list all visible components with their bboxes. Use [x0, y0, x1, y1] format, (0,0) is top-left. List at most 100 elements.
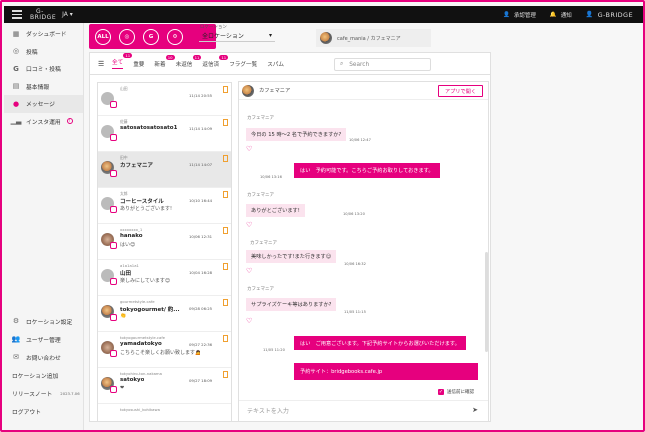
list-item[interactable]: 田中 カフェマニア 11/14 14:07: [98, 152, 231, 188]
message-time: 10/06 13:16: [260, 175, 282, 179]
filter-all-button[interactable]: ALL: [95, 28, 111, 45]
bookmark-icon[interactable]: [223, 335, 228, 342]
conversation-time: 09/27 18:09: [189, 378, 213, 383]
language-select[interactable]: JA ▾: [62, 11, 73, 18]
conversation-name: tokyogourmet/ 約...: [120, 307, 180, 313]
chat-scrollbar[interactable]: [485, 252, 488, 352]
message-input[interactable]: テキストを入力 ➤: [239, 400, 488, 419]
settings-filter-icon[interactable]: ⚙: [167, 28, 183, 45]
conversation-name: hanako: [120, 233, 143, 239]
sidebar-item-location-settings[interactable]: ⚙ ロケーション設定: [4, 312, 84, 330]
bookmark-icon[interactable]: [223, 299, 228, 306]
sidebar-item-messages[interactable]: ● メッセージ: [4, 95, 83, 113]
send-icon[interactable]: ➤: [472, 406, 478, 414]
tab-label: スパム: [267, 61, 284, 68]
notice-label: 通知: [560, 12, 572, 19]
sidebar-item-user-management[interactable]: 👥 ユーザー管理: [4, 330, 84, 348]
tab-spam[interactable]: スパム: [267, 60, 284, 68]
conversation-preview: こちらこそ楽しくお願い致します🙇: [120, 350, 200, 356]
list-item[interactable]: xxxxxxxx_1 hanako はい😊 10/06 12:31: [98, 224, 231, 260]
sidebar-item-label: ダッシュボード: [26, 32, 67, 39]
sidebar-item-label: お問い合わせ: [26, 355, 61, 362]
sidebar-item-label: ログアウト: [12, 409, 41, 416]
brand-logo[interactable]: G- BRIDGE: [30, 8, 56, 21]
hamburger-menu-icon[interactable]: [12, 10, 22, 19]
sidebar-item-add-location[interactable]: ロケーション追加: [4, 366, 84, 384]
tab-all[interactable]: 全て 11: [112, 53, 133, 69]
conversation-sub: xxxxxxxx_1: [120, 227, 143, 232]
list-item[interactable]: tokyogourmetstyle.cafe yamadatokyo こちらこそ楽し…: [98, 332, 231, 368]
bookmark-icon[interactable]: [223, 86, 228, 93]
notice-link[interactable]: 🔔 通知: [550, 11, 572, 19]
google-filter-icon[interactable]: G: [143, 28, 159, 45]
version-label: 2023.7.06: [60, 390, 80, 396]
tab-label: 新着: [154, 61, 166, 68]
messages-panel: ☰ 全て 11 重要 新着 10 未返信 11 返信済 11 フラグ一覧 スパム ⌕ Se…: [89, 52, 491, 422]
bookmark-icon[interactable]: [223, 155, 228, 162]
tab-unreplied[interactable]: 未返信 11: [176, 54, 202, 68]
heart-icon[interactable]: ♡: [246, 146, 252, 153]
sidebar-item-release-notes[interactable]: リリースノート 2023.7.06: [4, 384, 84, 402]
app-frame: G- BRIDGE JA ▾ 👤 承認管理 🔔 通知 👤 G-BRIDGE ▦ ダッシュ…: [0, 0, 645, 432]
list-item[interactable]: 太郎 コーヒースタイル ありがとうございます! 10/10 16:44: [98, 188, 231, 224]
message-bubble-outgoing: はい 予約可能です。こちらご予約お取りしておきます。: [294, 163, 440, 178]
sidebar-item-dashboard[interactable]: ▦ ダッシュボード: [4, 25, 83, 43]
instagram-badge-icon: [110, 314, 117, 321]
tab-important[interactable]: 重要: [133, 60, 144, 68]
chat-header: カフェマニア アプリで開く: [239, 82, 488, 100]
tab-replied[interactable]: 返信済 11: [202, 54, 229, 68]
search-input[interactable]: ⌕ Search: [334, 58, 431, 71]
tab-new[interactable]: 新着 10: [154, 54, 175, 68]
bookmark-icon[interactable]: [223, 227, 228, 234]
list-item[interactable]: tokyohiro-ton-nakama satokyo ❤ 09/27 18:09: [98, 368, 231, 404]
location-value: 全ロケーション: [202, 33, 244, 40]
bookmark-icon[interactable]: [223, 263, 228, 270]
message-time: 10/06 13:20: [343, 212, 365, 216]
sidebar-item-reviews[interactable]: G 口コミ・投稿: [4, 60, 83, 78]
location-select[interactable]: 全ロケーション ▾: [199, 30, 275, 42]
sidebar-item-logout[interactable]: ログアウト: [4, 402, 84, 420]
company-menu[interactable]: 👤 G-BRIDGE: [586, 11, 633, 19]
message-bubble-incoming: サプライズケーキ等はありますか?: [246, 298, 337, 311]
message-icon: ●: [12, 99, 20, 108]
list-item[interactable]: tokyosushi_kohikawa: [98, 404, 231, 421]
message-bubble-incoming: 美味しかったです!また行きます😊: [246, 250, 337, 263]
confirm-before-send[interactable]: ✓ 送信前に確認: [438, 389, 474, 395]
conversation-time: 10/04 16:28: [189, 270, 213, 275]
open-in-app-button[interactable]: アプリで開く: [438, 85, 483, 97]
heart-icon[interactable]: ♡: [246, 268, 252, 275]
sender-name: カフェマニア: [250, 241, 277, 246]
list-item[interactable]: gourmetstyle.cafe tokyogourmet/ 約... 👏 09/2…: [98, 296, 231, 332]
heart-icon[interactable]: ♡: [246, 222, 252, 229]
store-icon: ▤: [12, 82, 20, 91]
conversation-preview: ありがとうございます!: [120, 206, 173, 212]
bookmark-icon[interactable]: [223, 371, 228, 378]
tab-flags[interactable]: フラグ一覧: [229, 60, 257, 68]
list-item[interactable]: 佐藤 satosatosatosato1 11/14 14:09: [98, 116, 231, 152]
instagram-filter-icon[interactable]: ◎: [119, 28, 135, 45]
tab-badge: 11: [123, 53, 133, 58]
sidebar-item-contact[interactable]: ✉ お問い合わせ: [4, 348, 84, 366]
conversation-preview: はい😊: [120, 242, 136, 248]
sidebar-item-posts[interactable]: ◎ 投稿: [4, 43, 83, 61]
message-time: 11/05 11:20: [263, 348, 285, 352]
bookmark-icon[interactable]: [223, 191, 228, 198]
sidebar-item-insta-ops[interactable]: ▁▃ インスタ運用!: [4, 113, 83, 131]
sidebar-item-label: 基本情報: [26, 84, 50, 91]
list-item[interactable]: a1a1a1a1 山田 楽しみにしています😊 10/04 16:28: [98, 260, 231, 296]
sidebar-item-basic-info[interactable]: ▤ 基本情報: [4, 78, 83, 96]
tab-label: 重要: [133, 61, 145, 68]
conversation-sub: tokyohiro-ton-nakama: [120, 371, 162, 376]
bookmark-icon[interactable]: [223, 119, 228, 126]
instagram-badge-icon: [110, 242, 117, 249]
instagram-badge-icon: [110, 170, 117, 177]
analytics-icon: ▁▃: [10, 117, 22, 126]
top-bar: G- BRIDGE JA ▾ 👤 承認管理 🔔 通知 👤 G-BRIDGE: [4, 6, 643, 23]
list-item[interactable]: 山田 11/14 20:55: [98, 83, 231, 116]
heart-icon[interactable]: ♡: [246, 318, 252, 325]
top-right-menu: 👤 承認管理 🔔 通知 👤 G-BRIDGE: [503, 6, 633, 23]
search-placeholder: Search: [349, 61, 370, 68]
admin-link[interactable]: 👤 承認管理: [503, 11, 536, 19]
tab-badge: 11: [219, 54, 229, 60]
sort-icon[interactable]: ☰: [98, 60, 112, 68]
